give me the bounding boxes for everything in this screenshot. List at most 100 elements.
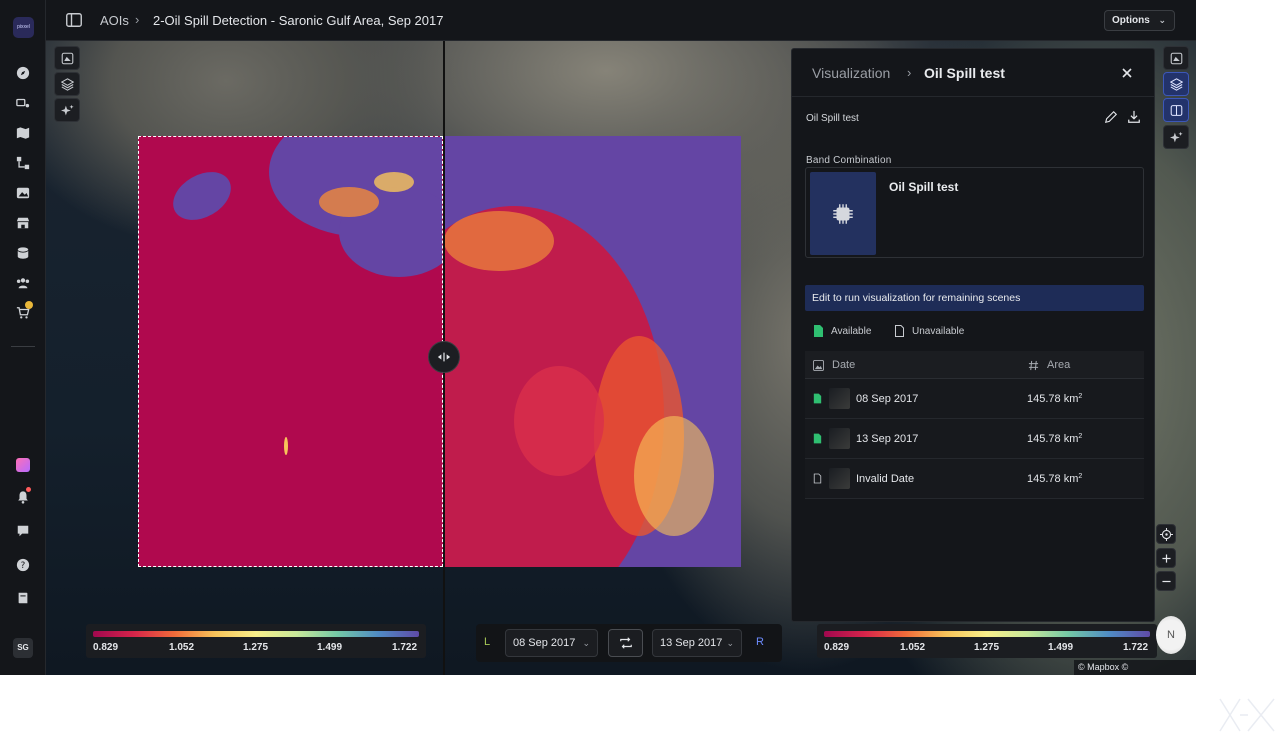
ai-sparkle-button-left[interactable] (54, 98, 80, 122)
legend-tick: 1.722 (1123, 642, 1149, 653)
scene-area: 145.78 km2 (1027, 393, 1083, 405)
watermark-logo (1219, 698, 1275, 732)
aoi-toggle-button[interactable] (54, 46, 80, 70)
close-icon[interactable] (1119, 65, 1135, 81)
aoi-toggle-button-right[interactable] (1163, 46, 1189, 70)
overlay-hotspot (319, 187, 379, 217)
scene-thumbnail (829, 468, 850, 489)
scenes-table: Date Area 08 Sep 2017 145.78 km2 13 Sep … (805, 351, 1144, 499)
map-attribution[interactable]: © Mapbox © OpenStreetMap (1074, 660, 1196, 675)
right-date-select[interactable]: 13 Sep 2017 ⌄ (652, 629, 742, 657)
layers-icon (60, 77, 74, 91)
docs-icon[interactable] (14, 589, 32, 607)
workflow-icon[interactable] (14, 154, 32, 172)
scene-thumbnail (829, 428, 850, 449)
table-header: Date Area (805, 351, 1144, 379)
file-outline-icon (895, 325, 904, 337)
app-logo[interactable]: pixxel (13, 17, 34, 38)
help-icon[interactable]: ? (14, 556, 32, 574)
drag-handle-icon (437, 352, 451, 362)
aoi-icon (61, 52, 73, 64)
satellite-icon[interactable] (14, 94, 32, 112)
options-button[interactable]: Options ⌄ (1104, 10, 1175, 31)
chevron-down-icon: ⌄ (726, 638, 734, 648)
image-icon[interactable] (14, 184, 32, 202)
map-icon[interactable] (14, 124, 32, 142)
breadcrumb-separator: › (135, 12, 140, 27)
scene-date: 13 Sep 2017 (856, 433, 919, 445)
split-view-button[interactable] (1163, 98, 1189, 122)
panel-divider (792, 96, 1154, 97)
cart-badge (25, 301, 33, 309)
svg-text:?: ? (21, 561, 26, 571)
zoom-in-button[interactable] (1156, 548, 1176, 568)
store-icon[interactable] (14, 214, 32, 232)
chat-icon[interactable] (14, 522, 32, 540)
left-sidebar: pixxel ? SG (0, 0, 46, 675)
swap-dates-button[interactable] (608, 629, 643, 657)
layers-button-right[interactable] (1163, 72, 1189, 96)
ai-sparkle-button-right[interactable] (1163, 125, 1189, 149)
overlay-ship (284, 437, 288, 455)
legend-tick: 1.499 (317, 642, 343, 653)
compass-icon[interactable] (14, 64, 32, 82)
overlay-hotspot (444, 211, 554, 271)
table-row[interactable]: 08 Sep 2017 145.78 km2 (805, 379, 1144, 419)
legend-gradient (824, 631, 1150, 637)
swap-icon (619, 637, 632, 649)
breadcrumb-visualization[interactable]: Visualization (812, 65, 890, 81)
overlay-hotspot (514, 366, 604, 476)
legend-available-label: Available (831, 325, 872, 337)
aoi-icon (1170, 52, 1182, 64)
column-header-date[interactable]: Date (813, 359, 855, 371)
sparkle-icon (1169, 131, 1183, 142)
layers-button-left[interactable] (54, 72, 80, 96)
overlay-island (164, 162, 240, 230)
legend-unavailable: Unavailable (894, 325, 964, 337)
panel-title: Oil Spill test (924, 65, 1005, 81)
column-header-area[interactable]: Area (1028, 359, 1070, 371)
hash-icon (1028, 360, 1039, 370)
download-icon[interactable] (1127, 110, 1141, 124)
team-icon[interactable] (14, 274, 32, 292)
legend-tick: 1.722 (392, 642, 418, 653)
sidebar-toggle-icon[interactable] (66, 13, 82, 27)
options-label: Options (1112, 15, 1150, 26)
right-side-tag: R (756, 636, 764, 648)
split-handle[interactable] (428, 341, 460, 373)
column-header-date-label: Date (832, 359, 856, 371)
file-filled-icon (813, 433, 822, 444)
app-window: pixxel ? SG AOIs › 2-Oil Spill Detection… (0, 0, 1196, 675)
table-row[interactable]: 13 Sep 2017 145.78 km2 (805, 419, 1144, 459)
image-icon (813, 359, 824, 371)
legend-tick: 1.275 (243, 642, 269, 653)
left-date-select[interactable]: 08 Sep 2017 ⌄ (505, 629, 598, 657)
legend-tick: 0.829 (93, 642, 119, 653)
zoom-out-button[interactable] (1156, 571, 1176, 591)
storage-icon[interactable] (14, 244, 32, 262)
legend-tick: 1.499 (1048, 642, 1074, 653)
user-avatar[interactable]: SG (13, 638, 33, 658)
legend-unavailable-label: Unavailable (912, 325, 965, 337)
breadcrumb-aois[interactable]: AOIs (100, 13, 129, 28)
app-icon[interactable] (16, 458, 30, 472)
compass-north-button[interactable]: N (1156, 616, 1186, 654)
chevron-down-icon: ⌄ (1158, 15, 1166, 25)
left-scene-overlay (138, 136, 443, 567)
table-row[interactable]: Invalid Date 145.78 km2 (805, 459, 1144, 499)
band-combination-name: Oil Spill test (889, 180, 959, 194)
file-filled-icon (814, 325, 823, 337)
legend-tick: 1.052 (169, 642, 195, 653)
notification-icon[interactable] (14, 487, 32, 506)
legend-tick: 1.052 (900, 642, 926, 653)
cart-icon[interactable] (14, 301, 33, 322)
notification-badge (26, 487, 31, 492)
locate-button[interactable] (1156, 524, 1176, 544)
edit-icon[interactable] (1104, 110, 1118, 124)
breadcrumb-separator: › (907, 65, 912, 80)
sparkle-icon (60, 104, 74, 115)
band-combination-card[interactable]: Oil Spill test (805, 167, 1144, 258)
legend-tick: 0.829 (824, 642, 850, 653)
band-thumbnail (810, 172, 876, 255)
chip-icon (833, 203, 853, 224)
